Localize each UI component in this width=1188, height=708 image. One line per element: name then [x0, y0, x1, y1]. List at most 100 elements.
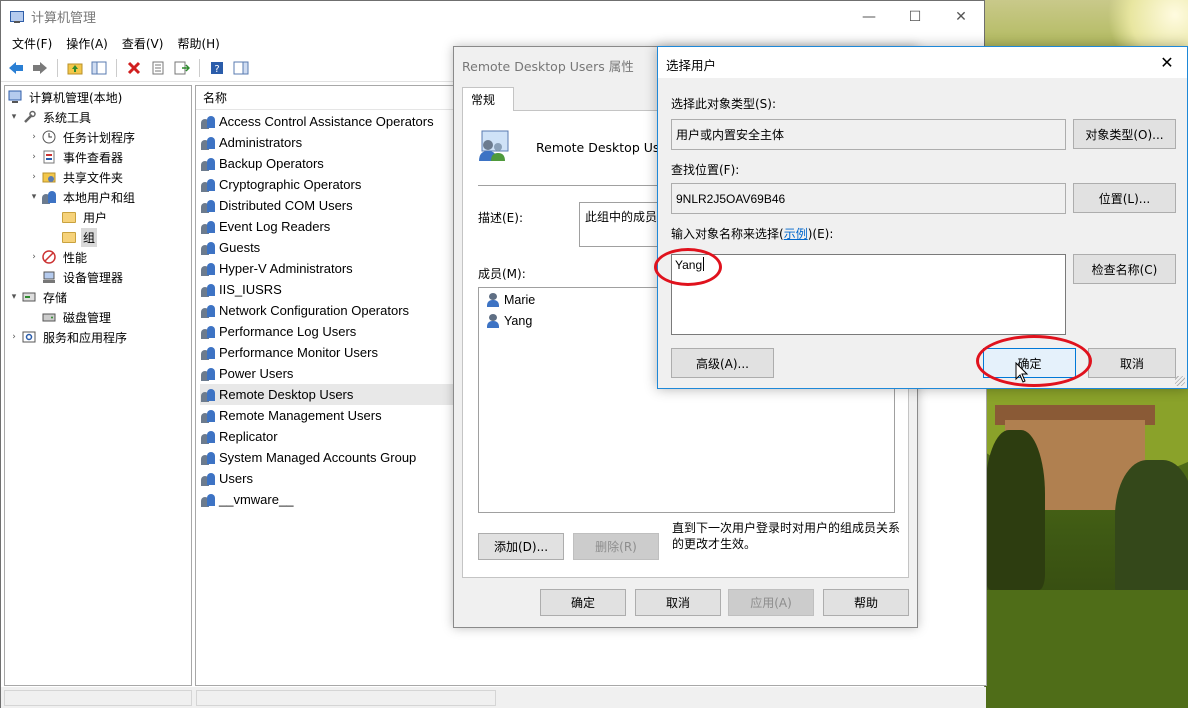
cancel-button[interactable]: 取消 [1088, 348, 1176, 378]
resize-grip[interactable] [1175, 376, 1185, 386]
tree-item-performance[interactable]: › 性能 [27, 247, 89, 267]
group-icon [200, 450, 216, 466]
dialog-title: 选择用户 [666, 58, 717, 73]
list-item[interactable]: Yang [485, 311, 532, 331]
close-button[interactable]: ✕ [938, 1, 984, 32]
toolbar-separator [199, 58, 200, 77]
object-type-field: 用户或内置安全主体 [671, 119, 1066, 150]
dialog-title: Remote Desktop Users 属性 [462, 59, 634, 74]
group-icon [200, 471, 216, 487]
wallpaper-tree [1115, 460, 1188, 600]
tree-item-users[interactable]: 用户 [61, 207, 109, 227]
event-log-icon [41, 149, 57, 165]
ok-button[interactable]: 确定 [983, 348, 1076, 378]
device-manager-icon [41, 269, 57, 285]
status-bar [1, 687, 986, 708]
expand-arrow-icon[interactable]: › [27, 152, 41, 162]
expand-arrow-icon[interactable]: › [7, 332, 21, 342]
remove-member-button[interactable]: 删除(R) [573, 533, 659, 560]
close-icon[interactable]: ✕ [1147, 47, 1187, 78]
group-icon [200, 282, 216, 298]
toolbar-separator [116, 58, 117, 77]
group-icon [200, 408, 216, 424]
apply-button[interactable]: 应用(A) [728, 589, 814, 616]
delete-icon[interactable] [123, 57, 145, 79]
forward-icon[interactable] [29, 57, 51, 79]
tools-icon [21, 109, 37, 125]
back-icon[interactable] [5, 57, 27, 79]
group-icon [200, 135, 216, 151]
action-pane-icon[interactable] [230, 57, 252, 79]
tree-item-disk-management[interactable]: 磁盘管理 [41, 307, 113, 327]
dialog-title-bar[interactable]: 选择用户 ✕ [658, 47, 1187, 78]
group-icon [200, 198, 216, 214]
group-icon [200, 324, 216, 340]
cancel-button[interactable]: 取消 [635, 589, 721, 616]
collapse-arrow-icon[interactable]: ▾ [27, 192, 41, 202]
status-cell [196, 690, 496, 706]
expand-arrow-icon[interactable]: › [27, 252, 41, 262]
collapse-arrow-icon[interactable]: ▾ [7, 292, 21, 302]
ok-button[interactable]: 确定 [540, 589, 626, 616]
tree-item-device-manager[interactable]: 设备管理器 [41, 267, 125, 287]
tree-item-task-scheduler[interactable]: › 任务计划程序 [27, 127, 137, 147]
group-icon [200, 366, 216, 382]
description-label: 描述(E): [478, 211, 523, 225]
select-users-dialog: 选择用户 ✕ 选择此对象类型(S): 用户或内置安全主体 对象类型(O)... … [657, 46, 1188, 389]
add-member-button[interactable]: 添加(D)... [478, 533, 564, 560]
object-type-label: 选择此对象类型(S): [671, 97, 777, 111]
performance-icon [41, 249, 57, 265]
examples-link[interactable]: 示例 [784, 227, 808, 241]
locations-button[interactable]: 位置(L)... [1073, 183, 1176, 213]
minimize-button[interactable]: — [846, 1, 892, 32]
group-icon [200, 345, 216, 361]
group-icon [200, 156, 216, 172]
advanced-button[interactable]: 高级(A)... [671, 348, 774, 378]
menu-view[interactable]: 查看(V) [115, 35, 171, 52]
group-icon [200, 240, 216, 256]
menu-file[interactable]: 文件(F) [5, 35, 59, 52]
expand-arrow-icon[interactable]: › [27, 172, 41, 182]
tree-item-event-viewer[interactable]: › 事件查看器 [27, 147, 125, 167]
storage-icon [21, 289, 37, 305]
tree-item-local-users-groups[interactable]: ▾ 本地用户和组 [27, 187, 137, 207]
group-icon [200, 303, 216, 319]
group-icon [479, 130, 509, 161]
group-icon [200, 114, 216, 130]
user-icon [485, 292, 501, 308]
user-icon [485, 313, 501, 329]
tree-item-shared-folders[interactable]: › 共享文件夹 [27, 167, 125, 187]
title-bar[interactable]: 计算机管理 — ☐ ✕ [1, 1, 984, 32]
show-hide-tree-icon[interactable] [88, 57, 110, 79]
maximize-button[interactable]: ☐ [892, 1, 938, 32]
expand-arrow-icon[interactable]: › [27, 132, 41, 142]
check-names-button[interactable]: 检查名称(C) [1073, 254, 1176, 284]
tree-item-system-tools[interactable]: ▾ 系统工具 [7, 107, 93, 127]
export-list-icon[interactable] [171, 57, 193, 79]
group-name: Remote Desktop Use [536, 140, 668, 155]
services-icon [21, 329, 37, 345]
svg-text:?: ? [214, 64, 219, 75]
menu-action[interactable]: 操作(A) [59, 35, 115, 52]
location-field: 9NLR2J5OAV69B46 [671, 183, 1066, 214]
computer-management-icon [9, 10, 25, 24]
tree-item-computer-management[interactable]: 计算机管理(本地) [7, 87, 124, 107]
tree-item-groups[interactable]: 组 [61, 227, 98, 247]
wallpaper-field [985, 590, 1188, 708]
up-folder-icon[interactable] [64, 57, 86, 79]
tree-item-services-apps[interactable]: › 服务和应用程序 [7, 327, 129, 347]
collapse-arrow-icon[interactable]: ▾ [7, 112, 21, 122]
properties-icon[interactable] [147, 57, 169, 79]
group-icon [200, 261, 216, 277]
help-button[interactable]: 帮助 [823, 589, 909, 616]
group-icon [200, 492, 216, 508]
list-item-selected[interactable]: Remote Desktop Users [200, 384, 456, 405]
menu-help[interactable]: 帮助(H) [170, 35, 226, 52]
help-icon[interactable]: ? [206, 57, 228, 79]
object-names-input[interactable]: Yang [671, 254, 1066, 335]
object-types-button[interactable]: 对象类型(O)... [1073, 119, 1176, 149]
tree-item-storage[interactable]: ▾ 存储 [7, 287, 69, 307]
tab-general[interactable]: 常规 [462, 87, 514, 111]
list-item[interactable]: Marie [485, 290, 535, 310]
toolbar-separator [57, 58, 58, 77]
